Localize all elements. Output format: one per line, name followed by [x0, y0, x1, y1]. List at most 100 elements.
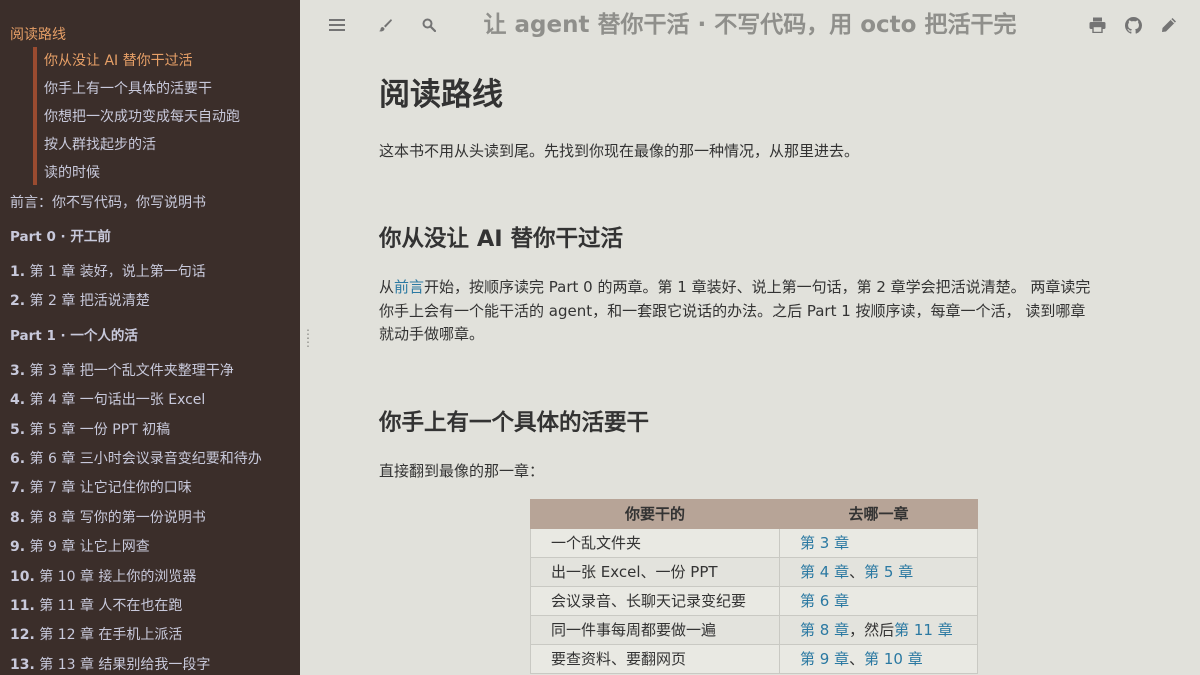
chapter-number: 3.	[10, 362, 26, 379]
chapter-number: 1.	[10, 264, 26, 280]
sidebar-item-chapter[interactable]: 1. 第 1 章 装好，说上第一句话	[0, 258, 300, 287]
sidebar-subitem[interactable]: 按人群找起步的活	[33, 131, 300, 159]
sidebar-part-heading: Part 0 · 开工前	[10, 229, 111, 245]
edit-icon[interactable]	[1157, 13, 1181, 37]
separator-text: 、	[849, 650, 865, 668]
section-paragraph-line: 你手上会有一个能干活的 agent，和一套跟它说话的办法。之后 Part 1 按…	[379, 302, 1086, 320]
sidebar-item-chapter[interactable]: 8. 第 8 章 写你的第一份说明书	[0, 504, 300, 533]
chapter-link[interactable]: 第 3 章	[800, 534, 849, 552]
chapter-label: 第 13 章 结果别给我一段字	[39, 656, 211, 673]
chapter-number: 5.	[10, 421, 26, 438]
sidebar-item-chapter[interactable]: 2. 第 2 章 把活说清楚	[0, 287, 300, 316]
chapter-link[interactable]: 第 6 章	[800, 592, 849, 610]
chapter-link[interactable]: 第 4 章	[800, 563, 849, 581]
chapter-number: 11.	[10, 597, 35, 614]
table-row: 要查资料、要翻网页 第 9 章、第 10 章	[530, 644, 978, 674]
table-row: 一个乱文件夹 第 3 章	[530, 528, 978, 558]
task-cell: 同一件事每周都要做一遍	[530, 615, 780, 645]
sidebar-item-chapter[interactable]: 3. 第 3 章 把一个乱文件夹整理干净	[0, 357, 300, 386]
chapter-label: 第 1 章 装好，说上第一句话	[29, 264, 206, 280]
chapter-link[interactable]: 第 10 章	[864, 650, 923, 668]
section-heading-specific-task: 你手上有一个具体的活要干	[379, 410, 650, 436]
paintbrush-icon[interactable]	[373, 13, 397, 37]
chapter-cell: 第 6 章	[779, 586, 978, 616]
text-span: 开始，按顺序读完 Part 0 的两章。第 1 章装好、说上第一句话，第 2 章…	[424, 278, 1091, 296]
task-cell: 出一张 Excel、一份 PPT	[530, 557, 780, 587]
task-cell: 要查资料、要翻网页	[530, 644, 780, 674]
search-icon[interactable]	[417, 13, 441, 37]
chapter-cell: 第 4 章、第 5 章	[779, 557, 978, 587]
chapter-label: 第 5 章 一份 PPT 初稿	[29, 421, 171, 438]
table-header-row: 你要干的 去哪一章	[530, 499, 978, 529]
section-paragraph: 从前言开始，按顺序读完 Part 0 的两章。第 1 章装好、说上第一句话，第 …	[379, 275, 1139, 299]
chapter-number: 12.	[10, 627, 35, 644]
chapter-number: 7.	[10, 480, 26, 497]
print-icon[interactable]	[1085, 13, 1109, 37]
chapter-label: 第 3 章 把一个乱文件夹整理干净	[29, 362, 234, 379]
github-icon[interactable]	[1121, 13, 1145, 37]
chapter-link[interactable]: 第 11 章	[894, 621, 953, 639]
app-window: 阅读路线 你从没让 AI 替你干过活 你手上有一个具体的活要干 你想把一次成功变…	[0, 0, 1200, 675]
chapter-label: 第 7 章 让它记住你的口味	[29, 480, 192, 497]
chapter-number: 8.	[10, 509, 26, 526]
chapter-cell: 第 8 章，然后第 11 章	[779, 615, 978, 645]
sidebar-item-chapter[interactable]: 12. 第 12 章 在手机上派活	[0, 621, 300, 650]
chapter-number: 9.	[10, 539, 26, 556]
task-cell: 一个乱文件夹	[530, 528, 780, 558]
sidebar-item-chapter[interactable]: 10. 第 10 章 接上你的浏览器	[0, 563, 300, 592]
chapter-link[interactable]: 第 8 章	[800, 621, 849, 639]
chapter-number: 4.	[10, 392, 26, 409]
chapter-label: 第 9 章 让它上网查	[29, 539, 150, 556]
sidebar-item-chapter[interactable]: 13. 第 13 章 结果别给我一段字	[0, 651, 300, 675]
chapter-number: 13.	[10, 656, 35, 673]
chapter-link[interactable]: 第 9 章	[800, 650, 849, 668]
chapter-number: 2.	[10, 293, 26, 310]
table-row: 出一张 Excel、一份 PPT 第 4 章、第 5 章	[530, 557, 978, 587]
sidebar-part-heading: Part 1 · 一个人的活	[10, 327, 138, 344]
chapter-link[interactable]: 第 5 章	[864, 563, 913, 581]
chapter-label: 第 2 章 把活说清楚	[29, 293, 150, 310]
table-row: 同一件事每周都要做一遍 第 8 章，然后第 11 章	[530, 615, 978, 645]
sidebar-item-reading-route[interactable]: 阅读路线	[0, 26, 300, 44]
section-paragraph: 直接翻到最像的那一章：	[379, 462, 545, 480]
table-header-cell: 去哪一章	[779, 499, 978, 529]
chapter-cell: 第 9 章、第 10 章	[779, 644, 978, 674]
book-title: 让 agent 替你干活 · 不写代码，用 octo 把活干完	[483, 12, 1017, 38]
chapter-label: 第 12 章 在手机上派活	[39, 627, 183, 644]
sidebar-item-chapter[interactable]: 6. 第 6 章 三小时会议录音变纪要和待办	[0, 445, 300, 474]
sidebar-resize-handle[interactable]: ⋮ ⋮	[302, 328, 314, 348]
table-of-contents: 阅读路线 你从没让 AI 替你干过活 你手上有一个具体的活要干 你想把一次成功变…	[0, 0, 300, 675]
sidebar-item-preface[interactable]: 前言：你不写代码，你写说明书	[0, 188, 300, 218]
menu-icon[interactable]	[325, 13, 349, 37]
chapter-label: 第 10 章 接上你的浏览器	[39, 568, 197, 585]
sidebar-subsection-list: 你从没让 AI 替你干过活 你手上有一个具体的活要干 你想把一次成功变成每天自动…	[33, 47, 300, 187]
sidebar-item-chapter[interactable]: 4. 第 4 章 一句话出一张 Excel	[0, 386, 300, 415]
separator-text: ，然后	[849, 621, 895, 639]
sidebar-subitem[interactable]: 读的时候	[33, 159, 300, 187]
chapter-label: 第 6 章 三小时会议录音变纪要和待办	[29, 450, 262, 467]
text-span: 从	[379, 278, 395, 296]
sidebar-item-chapter[interactable]: 11. 第 11 章 人不在也在跑	[0, 592, 300, 621]
intro-paragraph: 这本书不用从头读到尾。先找到你现在最像的那一种情况，从那里进去。	[379, 142, 860, 160]
sidebar-subitem[interactable]: 你手上有一个具体的活要干	[33, 75, 300, 103]
section-heading-first-time: 你从没让 AI 替你干过活	[379, 226, 623, 252]
chapter-label: 第 8 章 写你的第一份说明书	[29, 509, 206, 526]
sidebar-subitem[interactable]: 你从没让 AI 替你干过活	[33, 47, 300, 75]
sidebar-item-chapter[interactable]: 7. 第 7 章 让它记住你的口味	[0, 474, 300, 503]
chapter-cell: 第 3 章	[779, 528, 978, 558]
chapter-label: 第 4 章 一句话出一张 Excel	[29, 392, 206, 409]
sidebar-subitem[interactable]: 你想把一次成功变成每天自动跑	[33, 103, 300, 131]
menu-bar: 让 agent 替你干活 · 不写代码，用 octo 把活干完	[300, 0, 1200, 50]
page-content: 阅读路线 这本书不用从头读到尾。先找到你现在最像的那一种情况，从那里进去。 你从…	[379, 50, 1139, 675]
sidebar-item-chapter[interactable]: 9. 第 9 章 让它上网查	[0, 533, 300, 562]
separator-text: 、	[849, 563, 865, 581]
section-paragraph-line: 就动手做哪章。	[379, 325, 485, 343]
chapter-number: 6.	[10, 450, 26, 467]
chapter-label: 第 11 章 人不在也在跑	[39, 597, 183, 614]
chapter-number: 10.	[10, 568, 35, 585]
sidebar-item-chapter[interactable]: 5. 第 5 章 一份 PPT 初稿	[0, 416, 300, 445]
preface-link[interactable]: 前言	[394, 278, 424, 296]
page-title: 阅读路线	[379, 77, 503, 113]
sidebar: 阅读路线 你从没让 AI 替你干过活 你手上有一个具体的活要干 你想把一次成功变…	[0, 0, 300, 675]
table-header-cell: 你要干的	[530, 499, 780, 529]
